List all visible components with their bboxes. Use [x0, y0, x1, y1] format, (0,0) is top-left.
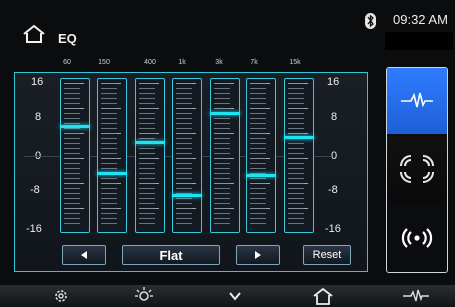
eq-mode-button[interactable]	[387, 68, 447, 134]
y-label: 8	[331, 111, 338, 123]
surround-icon	[400, 155, 434, 183]
brightness-icon[interactable]	[135, 287, 153, 305]
surround-mode-button[interactable]	[387, 136, 447, 202]
eq-slider-7k[interactable]	[246, 78, 276, 233]
reset-button[interactable]: Reset	[303, 245, 351, 265]
y-label: -8	[30, 184, 40, 196]
y-label: -16	[325, 223, 341, 235]
clock-time: 09:32 AM	[393, 12, 448, 27]
eq-slider-60[interactable]	[60, 78, 90, 233]
freq-label: 1k	[178, 59, 186, 66]
eq-slider-150[interactable]	[97, 78, 127, 233]
eq-slider-15k[interactable]	[284, 78, 314, 233]
eq-slider-1k[interactable]	[172, 78, 202, 233]
slider-handle[interactable]	[246, 173, 276, 177]
y-label: 8	[35, 111, 42, 123]
sound-mode-sidebar	[386, 67, 448, 273]
slider-handle[interactable]	[284, 136, 314, 140]
freq-label: 7k	[250, 59, 258, 66]
header-bar: EQ 09:32 AM	[0, 0, 455, 56]
bottom-nav-bar	[0, 285, 455, 307]
slider-handle[interactable]	[135, 140, 165, 144]
y-label: 16	[31, 76, 44, 88]
preset-name-display[interactable]: Flat	[122, 245, 220, 265]
slider-handle[interactable]	[172, 193, 202, 197]
eq-slider-400[interactable]	[135, 78, 165, 233]
freq-label: 400	[144, 59, 156, 66]
previous-preset-button[interactable]	[62, 245, 106, 265]
status-area	[385, 32, 453, 50]
eq-wave-icon[interactable]	[402, 287, 430, 305]
y-label: -8	[328, 184, 338, 196]
settings-gear-icon[interactable]	[52, 287, 70, 305]
eq-slider-3k[interactable]	[210, 78, 240, 233]
home-icon[interactable]	[312, 287, 334, 305]
slider-handle[interactable]	[97, 171, 127, 175]
broadcast-icon	[401, 228, 433, 248]
arrow-left-icon	[81, 251, 87, 259]
bluetooth-icon	[365, 13, 376, 29]
chevron-down-icon[interactable]	[226, 287, 244, 305]
broadcast-mode-button[interactable]	[387, 204, 447, 272]
next-preset-button[interactable]	[236, 245, 280, 265]
eq-wave-icon	[401, 92, 433, 108]
page-title: EQ	[58, 31, 77, 46]
y-label: -16	[26, 223, 42, 235]
slider-handle[interactable]	[210, 111, 240, 115]
freq-label: 3k	[215, 59, 223, 66]
freq-label: 60	[63, 59, 71, 66]
arrow-right-icon	[255, 251, 261, 259]
home-icon[interactable]	[22, 24, 46, 49]
freq-label: 150	[98, 59, 110, 66]
slider-handle[interactable]	[60, 125, 90, 129]
freq-label: 15k	[289, 59, 301, 66]
y-label: 16	[327, 76, 340, 88]
